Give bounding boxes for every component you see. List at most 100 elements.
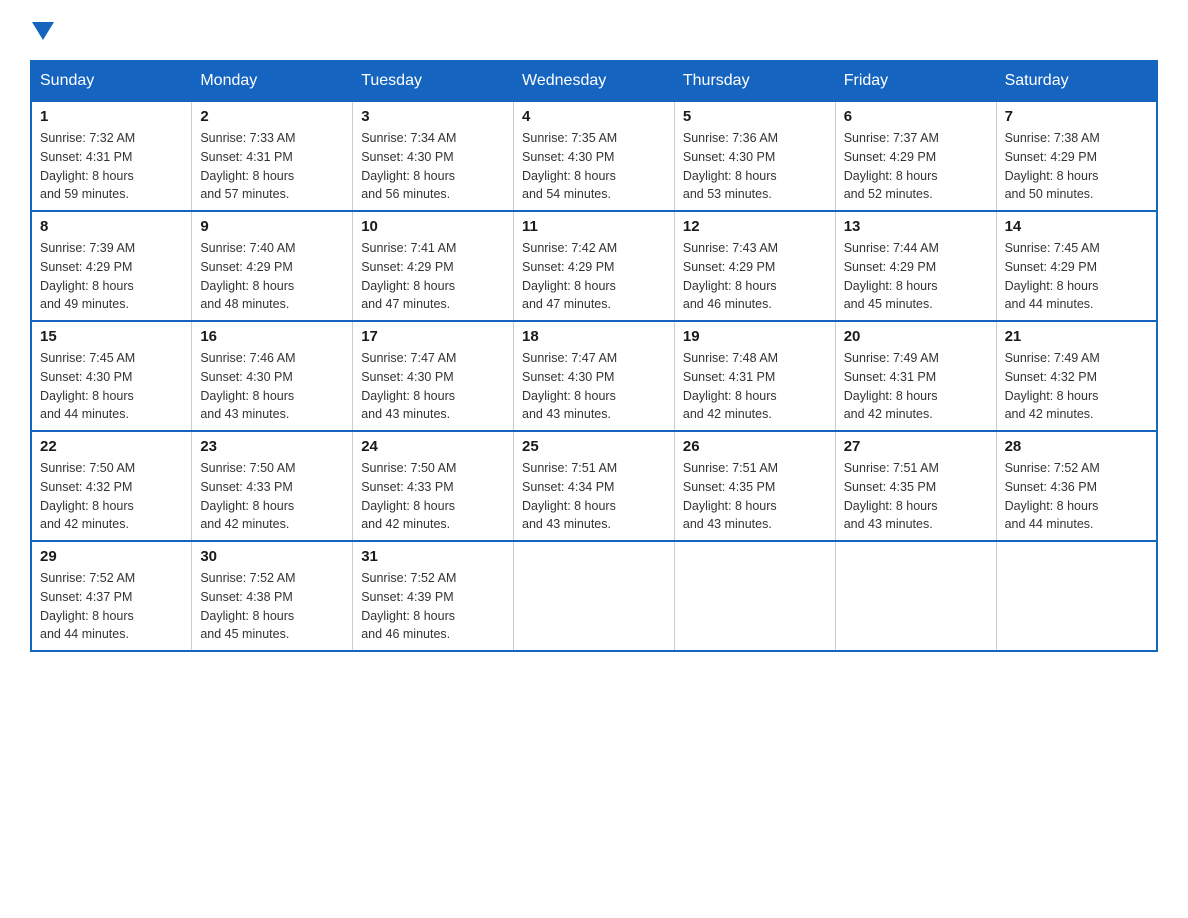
day-number: 24: [361, 438, 505, 455]
day-info: Sunrise: 7:50 AMSunset: 4:32 PMDaylight:…: [40, 461, 135, 531]
day-info: Sunrise: 7:48 AMSunset: 4:31 PMDaylight:…: [683, 351, 778, 421]
calendar-day-9: 9 Sunrise: 7:40 AMSunset: 4:29 PMDayligh…: [192, 211, 353, 321]
day-info: Sunrise: 7:51 AMSunset: 4:35 PMDaylight:…: [844, 461, 939, 531]
day-number: 12: [683, 218, 827, 235]
day-number: 8: [40, 218, 183, 235]
calendar-day-11: 11 Sunrise: 7:42 AMSunset: 4:29 PMDaylig…: [514, 211, 675, 321]
day-info: Sunrise: 7:45 AMSunset: 4:29 PMDaylight:…: [1005, 241, 1100, 311]
logo: [30, 20, 54, 40]
day-number: 5: [683, 108, 827, 125]
calendar-week-3: 15 Sunrise: 7:45 AMSunset: 4:30 PMDaylig…: [31, 321, 1157, 431]
day-info: Sunrise: 7:34 AMSunset: 4:30 PMDaylight:…: [361, 131, 456, 201]
day-info: Sunrise: 7:50 AMSunset: 4:33 PMDaylight:…: [200, 461, 295, 531]
calendar-week-1: 1 Sunrise: 7:32 AMSunset: 4:31 PMDayligh…: [31, 101, 1157, 211]
day-info: Sunrise: 7:49 AMSunset: 4:31 PMDaylight:…: [844, 351, 939, 421]
calendar-day-25: 25 Sunrise: 7:51 AMSunset: 4:34 PMDaylig…: [514, 431, 675, 541]
day-info: Sunrise: 7:36 AMSunset: 4:30 PMDaylight:…: [683, 131, 778, 201]
day-number: 14: [1005, 218, 1148, 235]
calendar-day-24: 24 Sunrise: 7:50 AMSunset: 4:33 PMDaylig…: [353, 431, 514, 541]
day-info: Sunrise: 7:49 AMSunset: 4:32 PMDaylight:…: [1005, 351, 1100, 421]
calendar-week-4: 22 Sunrise: 7:50 AMSunset: 4:32 PMDaylig…: [31, 431, 1157, 541]
calendar-day-20: 20 Sunrise: 7:49 AMSunset: 4:31 PMDaylig…: [835, 321, 996, 431]
day-number: 16: [200, 328, 344, 345]
day-info: Sunrise: 7:47 AMSunset: 4:30 PMDaylight:…: [361, 351, 456, 421]
day-number: 22: [40, 438, 183, 455]
day-info: Sunrise: 7:44 AMSunset: 4:29 PMDaylight:…: [844, 241, 939, 311]
day-number: 15: [40, 328, 183, 345]
logo-triangle-icon: [32, 22, 54, 40]
calendar-day-2: 2 Sunrise: 7:33 AMSunset: 4:31 PMDayligh…: [192, 101, 353, 211]
calendar-day-19: 19 Sunrise: 7:48 AMSunset: 4:31 PMDaylig…: [674, 321, 835, 431]
calendar-day-1: 1 Sunrise: 7:32 AMSunset: 4:31 PMDayligh…: [31, 101, 192, 211]
day-number: 11: [522, 218, 666, 235]
day-info: Sunrise: 7:50 AMSunset: 4:33 PMDaylight:…: [361, 461, 456, 531]
day-number: 2: [200, 108, 344, 125]
day-info: Sunrise: 7:37 AMSunset: 4:29 PMDaylight:…: [844, 131, 939, 201]
column-header-saturday: Saturday: [996, 61, 1157, 101]
calendar-day-23: 23 Sunrise: 7:50 AMSunset: 4:33 PMDaylig…: [192, 431, 353, 541]
day-number: 29: [40, 548, 183, 565]
calendar-header-row: SundayMondayTuesdayWednesdayThursdayFrid…: [31, 61, 1157, 101]
day-number: 19: [683, 328, 827, 345]
day-info: Sunrise: 7:51 AMSunset: 4:34 PMDaylight:…: [522, 461, 617, 531]
day-number: 21: [1005, 328, 1148, 345]
day-number: 3: [361, 108, 505, 125]
calendar-day-7: 7 Sunrise: 7:38 AMSunset: 4:29 PMDayligh…: [996, 101, 1157, 211]
calendar-day-8: 8 Sunrise: 7:39 AMSunset: 4:29 PMDayligh…: [31, 211, 192, 321]
day-info: Sunrise: 7:33 AMSunset: 4:31 PMDaylight:…: [200, 131, 295, 201]
day-info: Sunrise: 7:32 AMSunset: 4:31 PMDaylight:…: [40, 131, 135, 201]
calendar-empty-cell: [674, 541, 835, 651]
day-info: Sunrise: 7:52 AMSunset: 4:36 PMDaylight:…: [1005, 461, 1100, 531]
day-info: Sunrise: 7:45 AMSunset: 4:30 PMDaylight:…: [40, 351, 135, 421]
calendar-day-29: 29 Sunrise: 7:52 AMSunset: 4:37 PMDaylig…: [31, 541, 192, 651]
day-number: 18: [522, 328, 666, 345]
day-info: Sunrise: 7:42 AMSunset: 4:29 PMDaylight:…: [522, 241, 617, 311]
day-info: Sunrise: 7:47 AMSunset: 4:30 PMDaylight:…: [522, 351, 617, 421]
day-number: 31: [361, 548, 505, 565]
calendar-day-6: 6 Sunrise: 7:37 AMSunset: 4:29 PMDayligh…: [835, 101, 996, 211]
day-info: Sunrise: 7:41 AMSunset: 4:29 PMDaylight:…: [361, 241, 456, 311]
calendar-empty-cell: [835, 541, 996, 651]
calendar-day-31: 31 Sunrise: 7:52 AMSunset: 4:39 PMDaylig…: [353, 541, 514, 651]
calendar-day-21: 21 Sunrise: 7:49 AMSunset: 4:32 PMDaylig…: [996, 321, 1157, 431]
calendar-day-5: 5 Sunrise: 7:36 AMSunset: 4:30 PMDayligh…: [674, 101, 835, 211]
day-number: 30: [200, 548, 344, 565]
column-header-tuesday: Tuesday: [353, 61, 514, 101]
day-info: Sunrise: 7:43 AMSunset: 4:29 PMDaylight:…: [683, 241, 778, 311]
calendar-empty-cell: [514, 541, 675, 651]
day-number: 6: [844, 108, 988, 125]
day-number: 25: [522, 438, 666, 455]
column-header-wednesday: Wednesday: [514, 61, 675, 101]
day-number: 7: [1005, 108, 1148, 125]
day-info: Sunrise: 7:52 AMSunset: 4:39 PMDaylight:…: [361, 571, 456, 641]
calendar-day-14: 14 Sunrise: 7:45 AMSunset: 4:29 PMDaylig…: [996, 211, 1157, 321]
day-info: Sunrise: 7:35 AMSunset: 4:30 PMDaylight:…: [522, 131, 617, 201]
day-info: Sunrise: 7:51 AMSunset: 4:35 PMDaylight:…: [683, 461, 778, 531]
calendar-day-30: 30 Sunrise: 7:52 AMSunset: 4:38 PMDaylig…: [192, 541, 353, 651]
day-number: 4: [522, 108, 666, 125]
column-header-thursday: Thursday: [674, 61, 835, 101]
column-header-monday: Monday: [192, 61, 353, 101]
day-number: 10: [361, 218, 505, 235]
calendar-day-17: 17 Sunrise: 7:47 AMSunset: 4:30 PMDaylig…: [353, 321, 514, 431]
calendar-day-13: 13 Sunrise: 7:44 AMSunset: 4:29 PMDaylig…: [835, 211, 996, 321]
day-number: 23: [200, 438, 344, 455]
day-info: Sunrise: 7:52 AMSunset: 4:38 PMDaylight:…: [200, 571, 295, 641]
day-info: Sunrise: 7:39 AMSunset: 4:29 PMDaylight:…: [40, 241, 135, 311]
day-number: 20: [844, 328, 988, 345]
day-number: 26: [683, 438, 827, 455]
column-header-sunday: Sunday: [31, 61, 192, 101]
day-info: Sunrise: 7:40 AMSunset: 4:29 PMDaylight:…: [200, 241, 295, 311]
calendar-day-27: 27 Sunrise: 7:51 AMSunset: 4:35 PMDaylig…: [835, 431, 996, 541]
calendar-day-18: 18 Sunrise: 7:47 AMSunset: 4:30 PMDaylig…: [514, 321, 675, 431]
calendar-table: SundayMondayTuesdayWednesdayThursdayFrid…: [30, 60, 1158, 652]
column-header-friday: Friday: [835, 61, 996, 101]
day-number: 28: [1005, 438, 1148, 455]
day-info: Sunrise: 7:52 AMSunset: 4:37 PMDaylight:…: [40, 571, 135, 641]
calendar-day-3: 3 Sunrise: 7:34 AMSunset: 4:30 PMDayligh…: [353, 101, 514, 211]
day-number: 13: [844, 218, 988, 235]
calendar-day-28: 28 Sunrise: 7:52 AMSunset: 4:36 PMDaylig…: [996, 431, 1157, 541]
day-number: 17: [361, 328, 505, 345]
calendar-day-15: 15 Sunrise: 7:45 AMSunset: 4:30 PMDaylig…: [31, 321, 192, 431]
calendar-empty-cell: [996, 541, 1157, 651]
